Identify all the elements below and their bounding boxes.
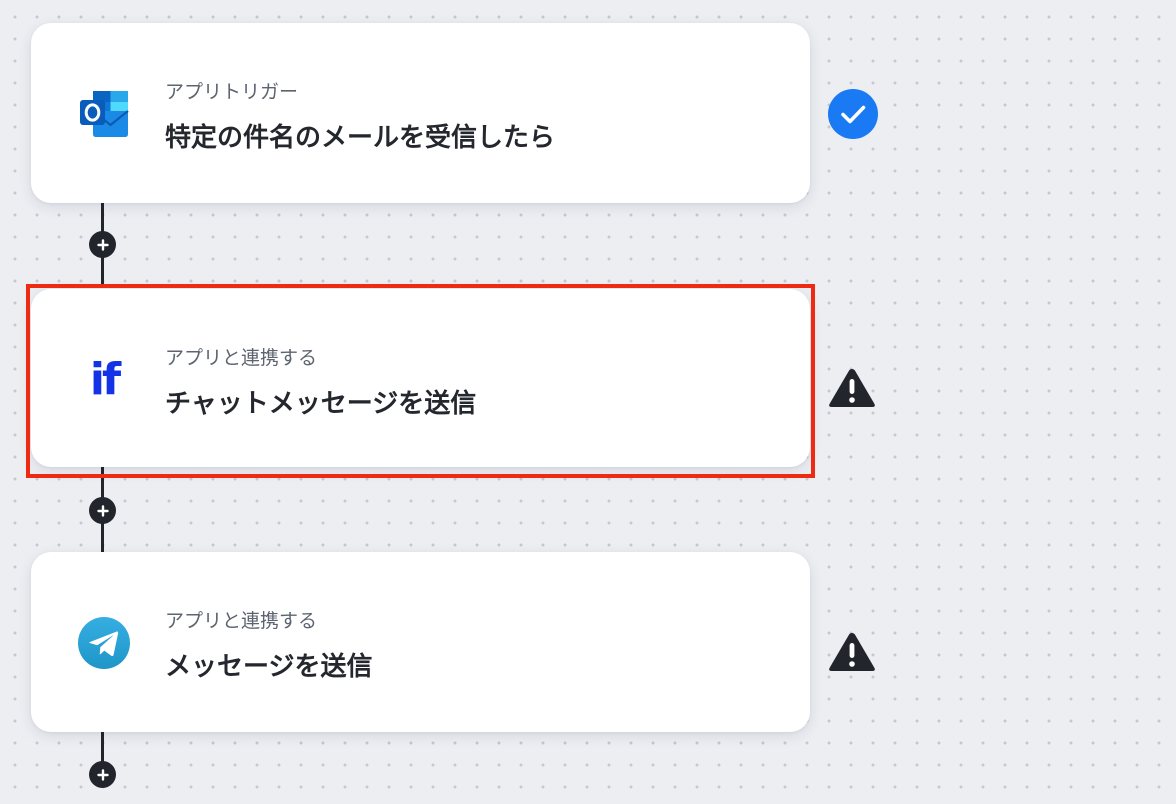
plus-icon — [96, 768, 109, 781]
flow-step-card-action[interactable]: アプリと連携する メッセージを送信 — [31, 552, 810, 732]
add-step-button[interactable] — [89, 497, 116, 524]
if-app-icon: if — [77, 353, 131, 407]
add-step-button[interactable] — [89, 761, 116, 788]
flow-step-card-action[interactable]: if アプリと連携する チャットメッセージを送信 — [31, 289, 810, 467]
flow-step-card-trigger[interactable]: アプリトリガー 特定の件名のメールを受信したら — [31, 23, 810, 203]
outlook-icon — [77, 87, 131, 141]
checkmark-circle-icon — [828, 89, 878, 139]
if-app-icon-text: if — [89, 354, 121, 405]
step-subtitle: アプリトリガー — [165, 81, 299, 103]
warning-triangle-icon — [827, 630, 877, 674]
telegram-icon — [77, 616, 131, 670]
step-subtitle: アプリと連携する — [165, 610, 318, 632]
step-title: 特定の件名のメールを受信したら — [165, 123, 556, 153]
step-subtitle: アプリと連携する — [165, 347, 318, 369]
plus-icon — [96, 504, 109, 517]
step-title: チャットメッセージを送信 — [165, 389, 477, 419]
add-step-button[interactable] — [89, 231, 116, 258]
warning-triangle-icon — [827, 366, 877, 410]
step-title: メッセージを送信 — [165, 652, 373, 682]
plus-icon — [96, 238, 109, 251]
